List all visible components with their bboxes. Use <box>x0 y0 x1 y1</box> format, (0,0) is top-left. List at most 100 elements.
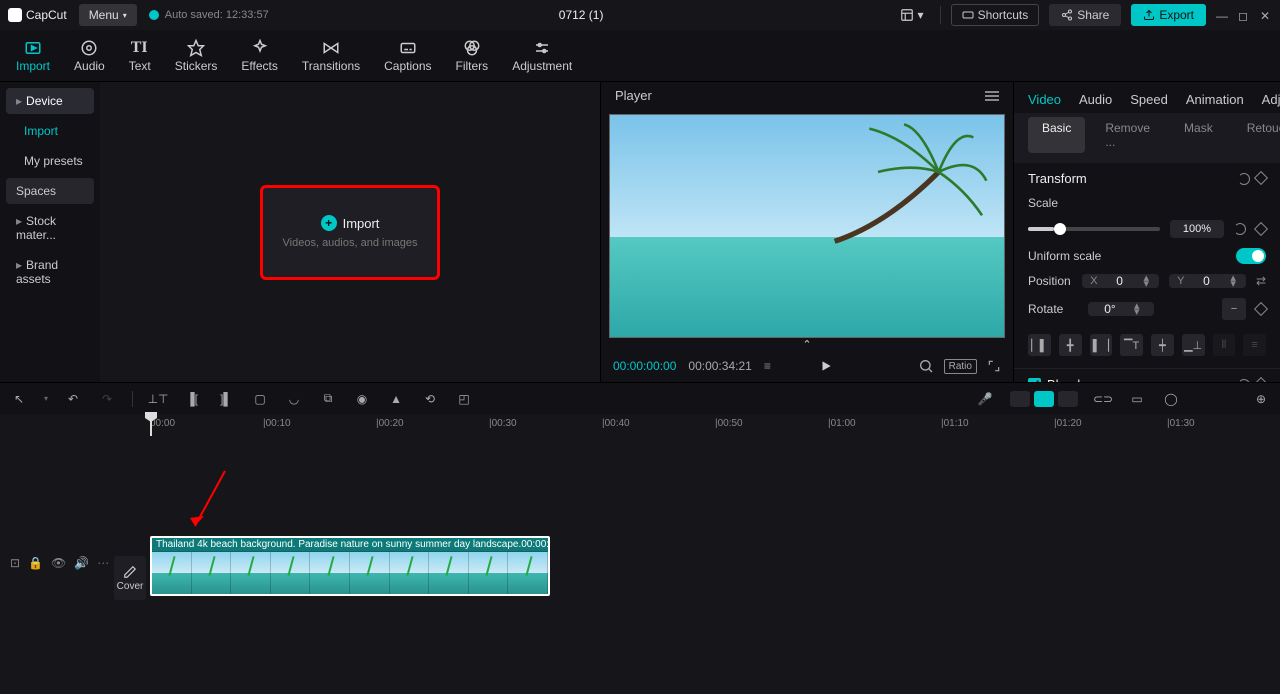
share-button[interactable]: Share <box>1049 4 1121 26</box>
align-center-h-button[interactable]: ╋ <box>1059 334 1082 356</box>
uniform-scale-toggle[interactable] <box>1236 248 1266 264</box>
timecode-current: 00:00:00:00 <box>613 359 676 373</box>
tab-stickers[interactable]: Stickers <box>163 35 230 77</box>
player-menu-icon[interactable] <box>985 91 999 101</box>
cover-button[interactable]: Cover <box>114 556 146 600</box>
menu-button[interactable]: Menu▾ <box>79 4 137 26</box>
link-tl-button[interactable]: ⊂⊃ <box>1094 390 1112 408</box>
list-icon[interactable]: ≡ <box>764 359 771 373</box>
tab-filters[interactable]: Filters <box>444 35 501 77</box>
zoom-in-button[interactable]: ⊕ <box>1252 390 1270 408</box>
align-top-button[interactable]: ▔T <box>1120 334 1143 356</box>
sidebar-item-presets[interactable]: My presets <box>6 148 94 174</box>
annotation-arrow <box>180 466 240 546</box>
sidebar-item-stock[interactable]: ▸Stock mater... <box>6 208 94 248</box>
distribute-h-button[interactable]: ⦀ <box>1213 334 1236 356</box>
marker-button[interactable]: ◡ <box>285 390 303 408</box>
mic-button[interactable]: 🎤 <box>976 390 994 408</box>
uniform-scale-label: Uniform scale <box>1028 249 1101 263</box>
play-button[interactable] <box>819 359 833 373</box>
reset-icon[interactable] <box>1238 173 1250 185</box>
rotate-keyframe-icon[interactable] <box>1254 302 1268 316</box>
align-left-button[interactable]: ▏▌ <box>1028 334 1051 356</box>
tab-adjust[interactable]: Adjust <box>1262 92 1280 107</box>
rotate-tl-button[interactable]: ⟲ <box>421 390 439 408</box>
export-button[interactable]: Export <box>1131 4 1206 26</box>
track-lock-icon[interactable]: 🔒 <box>28 556 43 570</box>
split-button[interactable]: ⊥⊤ <box>149 390 167 408</box>
tab-text[interactable]: TIText <box>117 35 163 77</box>
redo-button[interactable]: ↷ <box>98 390 116 408</box>
scale-slider[interactable] <box>1028 227 1160 231</box>
distribute-v-button[interactable]: ≡ <box>1243 334 1266 356</box>
plus-icon: + <box>321 215 337 231</box>
align-bottom-button[interactable]: ▁⊥ <box>1182 334 1205 356</box>
preview-area[interactable]: ⌃ <box>601 110 1013 351</box>
track-mute-icon[interactable]: 🔊 <box>74 556 89 570</box>
pointer-tool[interactable]: ↖ <box>10 390 28 408</box>
position-y-input[interactable]: Y0▴▾ <box>1169 274 1246 288</box>
ratio-button[interactable]: Ratio <box>944 359 977 374</box>
blend-checkbox[interactable] <box>1028 378 1041 382</box>
video-clip[interactable]: Thailand 4k beach background. Paradise n… <box>150 536 550 596</box>
timeline-ruler[interactable]: 00:00 |00:10 |00:20 |00:30 |00:40 |00:50… <box>0 414 1280 436</box>
monitor-button[interactable]: ▭ <box>1128 390 1146 408</box>
undo-button[interactable]: ↶ <box>64 390 82 408</box>
mirror-button[interactable]: ▲ <box>387 390 405 408</box>
track-visible-icon[interactable]: 👁 <box>51 556 66 570</box>
delete-button[interactable]: ▢ <box>251 390 269 408</box>
snap-on-button[interactable] <box>1034 391 1054 407</box>
rotate-minus-button[interactable]: − <box>1222 298 1246 320</box>
zoom-fit-icon[interactable] <box>918 358 934 374</box>
tab-speed[interactable]: Speed <box>1130 92 1168 107</box>
snap-off-button[interactable] <box>1010 391 1030 407</box>
keyframe-icon[interactable] <box>1254 170 1268 184</box>
tab-video[interactable]: Video <box>1028 92 1061 107</box>
timeline-toolbar: ↖▾ ↶ ↷ ⊥⊤ ▐[ ]▌ ▢ ◡ ⧉ ◉ ▲ ⟲ ◰ 🎤 ⊂⊃ ▭ ◯ ⊕ <box>0 382 1280 414</box>
trim-left-button[interactable]: ▐[ <box>183 390 201 408</box>
maximize-icon[interactable]: ◻ <box>1238 9 1250 21</box>
align-right-button[interactable]: ▌▕ <box>1090 334 1113 356</box>
subtab-remove[interactable]: Remove ... <box>1091 117 1164 153</box>
tab-captions[interactable]: Captions <box>372 35 443 77</box>
shortcuts-button[interactable]: Shortcuts <box>951 4 1040 26</box>
import-dropzone[interactable]: +Import Videos, audios, and images <box>260 185 440 280</box>
timeline[interactable]: ⊡ 🔒 👁 🔊 ⋯ Cover Thailand 4k beach backgr… <box>0 436 1280 694</box>
blend-keyframe-icon[interactable] <box>1254 376 1268 382</box>
sidebar-item-brand[interactable]: ▸Brand assets <box>6 252 94 292</box>
trim-right-button[interactable]: ]▌ <box>217 390 235 408</box>
tab-adjustment[interactable]: Adjustment <box>500 35 584 77</box>
track-collapse-icon[interactable]: ⊡ <box>10 556 20 570</box>
scale-keyframe-icon[interactable] <box>1254 222 1268 236</box>
subtab-mask[interactable]: Mask <box>1170 117 1227 153</box>
layout-button[interactable]: ▾ <box>894 5 930 25</box>
subtab-retouch[interactable]: Retouch <box>1233 117 1280 153</box>
scale-reset-icon[interactable] <box>1234 223 1246 235</box>
crop-button[interactable]: ◰ <box>455 390 473 408</box>
preview-tl-button[interactable]: ◉ <box>353 390 371 408</box>
tab-audio[interactable]: Audio <box>62 35 117 77</box>
fullscreen-icon[interactable] <box>987 359 1001 373</box>
sidebar-item-import[interactable]: Import <box>6 118 94 144</box>
blend-label: Blend <box>1047 377 1080 382</box>
minimize-icon[interactable]: — <box>1216 9 1228 21</box>
subtab-basic[interactable]: Basic <box>1028 117 1085 153</box>
snap-2-button[interactable] <box>1058 391 1078 407</box>
tab-animation[interactable]: Animation <box>1186 92 1244 107</box>
tab-transitions[interactable]: Transitions <box>290 35 372 77</box>
tab-audio-prop[interactable]: Audio <box>1079 92 1112 107</box>
tab-import[interactable]: Import <box>4 35 62 77</box>
blend-reset-icon[interactable] <box>1238 379 1250 383</box>
scale-value[interactable]: 100% <box>1170 220 1224 238</box>
close-icon[interactable]: ✕ <box>1260 9 1272 21</box>
link-icon[interactable]: ⇄ <box>1256 274 1266 288</box>
property-subtabs: Basic Remove ... Mask Retouch <box>1014 113 1280 163</box>
align-center-v-button[interactable]: ┿ <box>1151 334 1174 356</box>
settings-tl-button[interactable]: ◯ <box>1162 390 1180 408</box>
group-button[interactable]: ⧉ <box>319 390 337 408</box>
tab-effects[interactable]: Effects <box>229 35 289 77</box>
sidebar-item-spaces[interactable]: Spaces <box>6 178 94 204</box>
position-x-input[interactable]: X0▴▾ <box>1082 274 1159 288</box>
sidebar-item-device[interactable]: ▸Device <box>6 88 94 114</box>
rotate-input[interactable]: 0°▴▾ <box>1088 302 1154 316</box>
